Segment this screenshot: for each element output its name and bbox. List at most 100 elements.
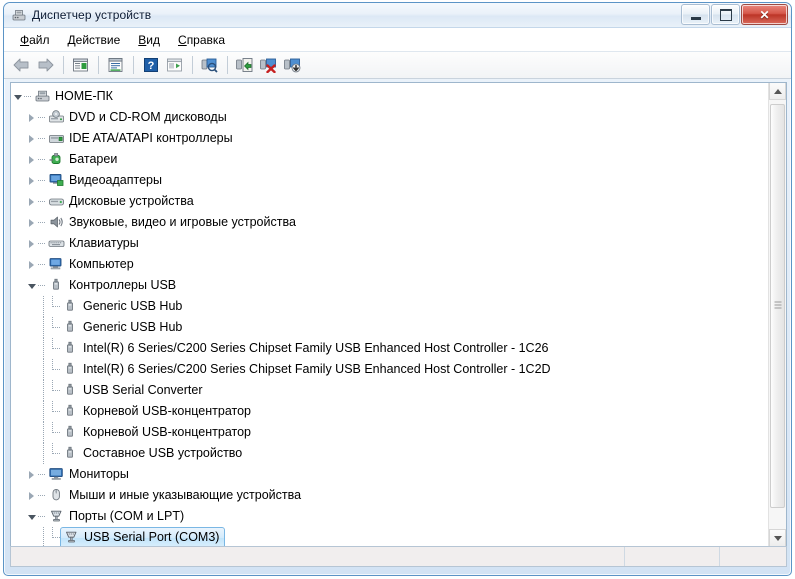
expander-open-icon[interactable] [11, 86, 24, 107]
status-pane-tertiary [719, 547, 786, 566]
tree-guide [24, 86, 33, 107]
vertical-scrollbar[interactable] [768, 83, 786, 546]
device-manager-icon [11, 7, 27, 23]
tree-guide [38, 464, 47, 485]
tree-node[interactable]: DVD и CD-ROM дисководы [11, 107, 768, 128]
tree-node[interactable]: Generic USB Hub [11, 317, 768, 338]
computer-icon [48, 256, 65, 273]
computer-root-icon [34, 88, 51, 105]
title-bar[interactable]: Диспетчер устройств ✕ [4, 3, 791, 28]
tree-guide [48, 338, 61, 359]
tree-node[interactable]: Составное USB устройство [11, 443, 768, 464]
disable-device-button[interactable] [257, 54, 280, 76]
tree-item-content: Компьютер [47, 256, 134, 273]
expander-closed-icon[interactable] [25, 464, 38, 485]
maximize-button[interactable] [711, 4, 740, 25]
usb-device-icon [62, 424, 79, 441]
forward-button[interactable] [34, 54, 57, 76]
tree-guide [38, 485, 47, 506]
tree-node-label: Мыши и иные указывающие устройства [69, 488, 302, 503]
tree-node[interactable]: Звуковые, видео и игровые устройства [11, 212, 768, 233]
show-hide-action-pane-button[interactable] [163, 54, 186, 76]
tree-node[interactable]: Компьютер [11, 254, 768, 275]
tree-node[interactable]: Клавиатуры [11, 233, 768, 254]
expander-open-icon[interactable] [25, 275, 38, 296]
expander-closed-icon[interactable] [25, 191, 38, 212]
battery-icon [48, 151, 65, 168]
scroll-up-button[interactable] [769, 83, 786, 100]
expander-closed-icon[interactable] [25, 212, 38, 233]
tree-item-content: USB Serial Converter [61, 382, 203, 399]
menu-help[interactable]: Справка [169, 31, 234, 49]
expander-closed-icon[interactable] [25, 485, 38, 506]
svg-text:?: ? [147, 60, 154, 72]
tree-node[interactable]: Батареи [11, 149, 768, 170]
scrollbar-track[interactable] [769, 100, 786, 529]
tree-node-label: Дисковые устройства [69, 194, 194, 209]
tree-node-label: Корневой USB-концентратор [83, 425, 251, 440]
tree-node[interactable]: Видеоадаптеры [11, 170, 768, 191]
menu-file[interactable]: Файл [11, 31, 59, 49]
device-tree-pane: HOME-ПК DVD и CD-ROM дисководы IDE ATA/ATA… [10, 82, 787, 547]
properties-button[interactable] [104, 54, 127, 76]
tree-node[interactable]: Корневой USB-концентратор [11, 422, 768, 443]
usb-device-icon [62, 403, 79, 420]
tree-item-content: Мыши и иные указывающие устройства [47, 487, 301, 504]
tree-root-node[interactable]: HOME-ПК [11, 86, 768, 107]
tree-node[interactable]: USB Serial Converter [11, 380, 768, 401]
uninstall-device-button[interactable] [281, 54, 304, 76]
tree-node[interactable]: Корневой USB-концентратор [11, 401, 768, 422]
menu-bar: Файл Действие Вид Справка [4, 28, 791, 52]
close-button[interactable]: ✕ [741, 4, 788, 25]
tree-guide [48, 296, 61, 317]
tree-node-label: Intel(R) 6 Series/C200 Series Chipset Fa… [83, 341, 549, 356]
scroll-down-button[interactable] [769, 529, 786, 546]
selected-item: USB Serial Port (COM3) [60, 526, 226, 546]
usb-device-icon [62, 298, 79, 315]
back-button[interactable] [10, 54, 33, 76]
tree-node[interactable]: Intel(R) 6 Series/C200 Series Chipset Fa… [11, 338, 768, 359]
show-hide-console-tree-button[interactable] [69, 54, 92, 76]
window-title: Диспетчер устройств [32, 8, 152, 22]
tree-guide [38, 149, 47, 170]
expander-closed-icon[interactable] [25, 170, 38, 191]
expander-closed-icon[interactable] [25, 254, 38, 275]
menu-view[interactable]: Вид [129, 31, 169, 49]
usb-device-icon [62, 445, 79, 462]
menu-action[interactable]: Действие [59, 31, 130, 49]
tree-node[interactable]: Дисковые устройства [11, 191, 768, 212]
tree-node[interactable]: USB Serial Port (COM3) [11, 526, 768, 546]
tree-node-label: Звуковые, видео и игровые устройства [69, 215, 296, 230]
tree-guide [48, 380, 61, 401]
minimize-button[interactable] [681, 4, 710, 25]
tree-guide [48, 422, 61, 443]
ports-icon [48, 508, 65, 525]
tree-node[interactable]: Мониторы [11, 464, 768, 485]
tree-node[interactable]: Контроллеры USB [11, 275, 768, 296]
expander-closed-icon[interactable] [25, 149, 38, 170]
tree-node[interactable]: Intel(R) 6 Series/C200 Series Chipset Fa… [11, 359, 768, 380]
tree-node-label: Порты (COM и LPT) [69, 509, 185, 524]
tree-node[interactable]: Мыши и иные указывающие устройства [11, 485, 768, 506]
uninstall-device-icon [284, 58, 301, 73]
update-driver-button[interactable] [233, 54, 256, 76]
scan-for-hardware-changes-button[interactable] [198, 54, 221, 76]
action-pane-icon [167, 58, 182, 72]
tree-node[interactable]: Порты (COM и LPT) [11, 506, 768, 527]
tree-guide [48, 443, 61, 464]
scrollbar-thumb[interactable] [770, 104, 785, 508]
tree-node-label: Generic USB Hub [83, 320, 183, 335]
tree-guide [39, 317, 48, 338]
usb-device-icon [62, 340, 79, 357]
expander-closed-icon[interactable] [25, 128, 38, 149]
help-button[interactable]: ? [139, 54, 162, 76]
tree-node[interactable]: Generic USB Hub [11, 296, 768, 317]
status-bar [10, 546, 787, 567]
expander-closed-icon[interactable] [25, 107, 38, 128]
tree-node-label: USB Serial Port (COM3) [84, 529, 220, 544]
device-tree[interactable]: HOME-ПК DVD и CD-ROM дисководы IDE ATA/ATA… [11, 83, 768, 546]
expander-closed-icon[interactable] [25, 233, 38, 254]
tree-guide [39, 527, 48, 546]
expander-open-icon[interactable] [25, 506, 38, 527]
tree-node[interactable]: IDE ATA/ATAPI контроллеры [11, 128, 768, 149]
